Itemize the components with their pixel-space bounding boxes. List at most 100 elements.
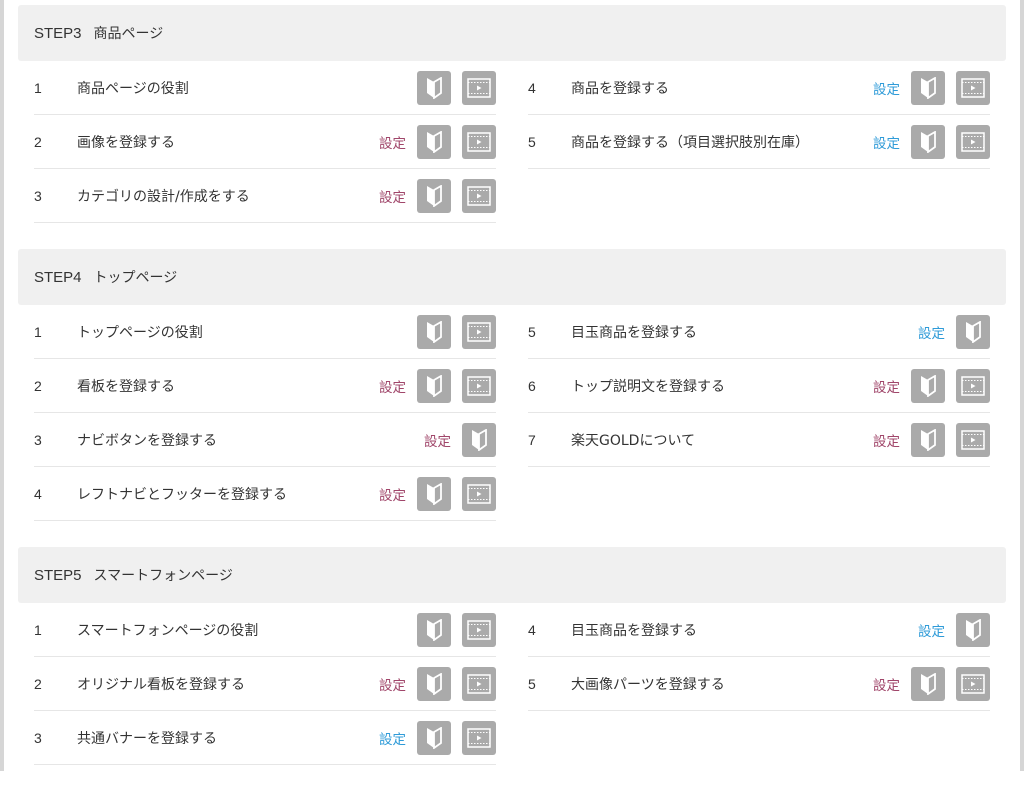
lesson-column-left: 1 トップページの役割 2 看板を登録する 設定 3 ナビボタンを登録する 設定 4 レフトナビと… <box>34 305 496 521</box>
video-icon <box>467 483 491 504</box>
step-title: トップページ <box>93 270 178 286</box>
settings-link[interactable]: 設定 <box>918 620 945 640</box>
video-button[interactable] <box>462 314 496 349</box>
video-button[interactable] <box>956 124 990 159</box>
beginner-button[interactable] <box>417 612 451 647</box>
lesson-columns: 1 スマートフォンページの役割 2 オリジナル看板を登録する 設定 3 共通バナーを登録する… <box>18 603 1006 765</box>
beginner-button[interactable] <box>417 666 451 701</box>
video-button[interactable] <box>462 666 496 701</box>
lesson-number: 3 <box>34 431 42 448</box>
lesson-icons <box>956 314 990 349</box>
lesson-link[interactable]: 目玉商品を登録する <box>571 322 918 342</box>
lesson-icons <box>417 314 496 349</box>
video-icon <box>467 619 491 640</box>
beginner-icon <box>919 428 937 451</box>
beginner-button[interactable] <box>417 70 451 105</box>
beginner-icon <box>425 672 443 695</box>
lesson-number: 5 <box>528 133 536 150</box>
settings-link[interactable]: 設定 <box>379 376 406 396</box>
settings-link[interactable]: 設定 <box>379 132 406 152</box>
beginner-button[interactable] <box>911 124 945 159</box>
lesson-link[interactable]: レフトナビとフッターを登録する <box>77 484 379 504</box>
lesson-link[interactable]: ナビボタンを登録する <box>77 430 424 450</box>
lesson-link[interactable]: スマートフォンページの役割 <box>77 620 417 640</box>
left-border <box>0 0 4 771</box>
step-section: STEP4 トップページ 1 トップページの役割 2 看板を登録する 設定 3 ナビボタンを登録… <box>18 249 1006 521</box>
beginner-button[interactable] <box>417 314 451 349</box>
settings-link[interactable]: 設定 <box>379 484 406 504</box>
beginner-button[interactable] <box>462 422 496 457</box>
settings-link[interactable]: 設定 <box>379 186 406 206</box>
video-icon <box>467 77 491 98</box>
beginner-button[interactable] <box>417 476 451 511</box>
beginner-icon <box>425 726 443 749</box>
beginner-button[interactable] <box>417 720 451 755</box>
video-button[interactable] <box>956 368 990 403</box>
lesson-number: 2 <box>34 133 42 150</box>
lesson-icons <box>417 666 496 701</box>
lesson-icons <box>956 612 990 647</box>
lesson-icons <box>911 124 990 159</box>
video-button[interactable] <box>462 476 496 511</box>
settings-link[interactable]: 設定 <box>918 322 945 342</box>
lesson-link[interactable]: 共通バナーを登録する <box>77 728 379 748</box>
lesson-number: 4 <box>528 79 536 96</box>
lesson-number: 1 <box>34 621 42 638</box>
settings-link[interactable]: 設定 <box>873 376 900 396</box>
video-button[interactable] <box>462 720 496 755</box>
lesson-link[interactable]: 目玉商品を登録する <box>571 620 918 640</box>
beginner-button[interactable] <box>956 612 990 647</box>
lesson-link[interactable]: オリジナル看板を登録する <box>77 674 379 694</box>
lesson-link[interactable]: トップページの役割 <box>77 322 417 342</box>
video-button[interactable] <box>462 612 496 647</box>
lesson-icons <box>417 178 496 213</box>
video-button[interactable] <box>956 666 990 701</box>
step-header: STEP3 商品ページ <box>18 5 1006 61</box>
lesson-column-right: 4 商品を登録する 設定 5 商品を登録する（項目選択肢別在庫） 設定 <box>528 61 990 223</box>
video-button[interactable] <box>462 124 496 159</box>
video-button[interactable] <box>462 70 496 105</box>
video-button[interactable] <box>462 368 496 403</box>
video-button[interactable] <box>956 70 990 105</box>
lesson-link[interactable]: 商品を登録する <box>571 78 873 98</box>
step-code: STEP5 <box>34 566 82 584</box>
settings-link[interactable]: 設定 <box>379 674 406 694</box>
lesson-icons <box>417 70 496 105</box>
lesson-link[interactable]: カテゴリの設計/作成をする <box>77 186 379 206</box>
step-code: STEP3 <box>34 24 82 42</box>
lesson-link[interactable]: 商品を登録する（項目選択肢別在庫） <box>571 132 873 152</box>
beginner-button[interactable] <box>911 70 945 105</box>
video-button[interactable] <box>956 422 990 457</box>
lesson-row: 1 トップページの役割 <box>34 305 496 359</box>
lesson-link[interactable]: 大画像パーツを登録する <box>571 674 873 694</box>
beginner-button[interactable] <box>911 422 945 457</box>
lesson-row: 5 大画像パーツを登録する 設定 <box>528 657 990 711</box>
lesson-number: 3 <box>34 187 42 204</box>
beginner-button[interactable] <box>956 314 990 349</box>
video-icon <box>961 429 985 450</box>
lesson-link[interactable]: 画像を登録する <box>77 132 379 152</box>
beginner-button[interactable] <box>417 368 451 403</box>
step-title: スマートフォンページ <box>93 568 233 584</box>
beginner-icon <box>425 374 443 397</box>
settings-link[interactable]: 設定 <box>873 430 900 450</box>
lesson-icons <box>911 422 990 457</box>
settings-link[interactable]: 設定 <box>424 430 451 450</box>
beginner-icon <box>919 374 937 397</box>
lesson-link[interactable]: 楽天GOLDについて <box>571 430 873 450</box>
settings-link[interactable]: 設定 <box>873 132 900 152</box>
lesson-columns: 1 トップページの役割 2 看板を登録する 設定 3 ナビボタンを登録する 設定 4 レフトナビと… <box>18 305 1006 521</box>
settings-link[interactable]: 設定 <box>873 674 900 694</box>
lesson-link[interactable]: 看板を登録する <box>77 376 379 396</box>
beginner-button[interactable] <box>911 666 945 701</box>
beginner-button[interactable] <box>417 124 451 159</box>
settings-link[interactable]: 設定 <box>379 728 406 748</box>
lesson-row: 3 カテゴリの設計/作成をする 設定 <box>34 169 496 223</box>
lesson-link[interactable]: トップ説明文を登録する <box>571 376 873 396</box>
video-button[interactable] <box>462 178 496 213</box>
settings-link[interactable]: 設定 <box>873 78 900 98</box>
lesson-link[interactable]: 商品ページの役割 <box>77 78 417 98</box>
lesson-row: 4 商品を登録する 設定 <box>528 61 990 115</box>
beginner-button[interactable] <box>417 178 451 213</box>
beginner-button[interactable] <box>911 368 945 403</box>
